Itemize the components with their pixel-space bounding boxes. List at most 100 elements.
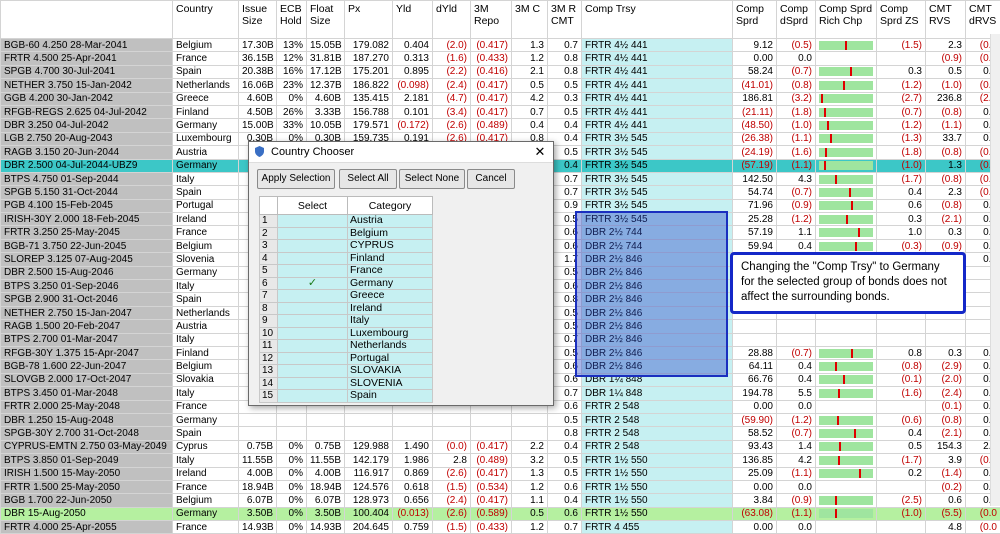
table-row[interactable]: NETHER 3.750 15-Jan-2042Netherlands16.06… bbox=[1, 79, 1000, 92]
cell-country[interactable]: Greece bbox=[173, 92, 239, 105]
cell-rvs[interactable]: (0.9) bbox=[926, 52, 966, 65]
country-row[interactable]: 12Portugal bbox=[260, 352, 433, 365]
cell-zs[interactable] bbox=[877, 480, 926, 493]
cell-name[interactable]: BTPS 3.450 01-Mar-2048 bbox=[1, 387, 173, 400]
cell-repo[interactable]: (0.417) bbox=[471, 39, 512, 52]
cell-trsy[interactable]: FRTR 4½ 441 bbox=[582, 92, 733, 105]
cell-country[interactable]: Italy bbox=[173, 387, 239, 400]
cell-country[interactable]: Cyprus bbox=[173, 440, 239, 453]
table-row[interactable]: FRTR 4.500 25-Apr-2041France36.15B12%31.… bbox=[1, 52, 1000, 65]
table-row[interactable]: SPGB-30Y 2.700 31-Oct-2048Spain0.8FRTR 2… bbox=[1, 427, 1000, 440]
cell-float[interactable]: 14.93B bbox=[307, 521, 345, 534]
cell-dsprd[interactable]: (0.9) bbox=[777, 199, 816, 212]
cell-ecb[interactable]: 0% bbox=[277, 480, 307, 493]
cell-sprd[interactable]: 54.74 bbox=[733, 186, 777, 199]
cell-repo[interactable]: (0.417) bbox=[471, 440, 512, 453]
column-header-8[interactable]: 3M Repo bbox=[471, 1, 512, 39]
cell-dsprd[interactable]: 0.0 bbox=[777, 400, 816, 413]
cell-dsprd[interactable]: (0.7) bbox=[777, 427, 816, 440]
cell-repo[interactable] bbox=[471, 427, 512, 440]
cell-sprd[interactable]: (41.01) bbox=[733, 79, 777, 92]
cell-country[interactable]: Germany bbox=[173, 413, 239, 426]
cell-dsprd[interactable]: (0.9) bbox=[777, 494, 816, 507]
cell-zs[interactable]: (1.8) bbox=[877, 146, 926, 159]
cell-repo[interactable]: (0.489) bbox=[471, 454, 512, 467]
table-row[interactable]: DBR 1.250 15-Aug-2048Germany0.5FRTR 2 54… bbox=[1, 413, 1000, 426]
cell-zs[interactable]: (0.3) bbox=[877, 239, 926, 252]
cell-zs[interactable]: 0.6 bbox=[877, 199, 926, 212]
cell-rvs[interactable]: (1.4) bbox=[926, 467, 966, 480]
cell-dsprd[interactable]: (0.7) bbox=[777, 65, 816, 78]
cell-dsprd[interactable]: (1.1) bbox=[777, 159, 816, 172]
cell-ecb[interactable] bbox=[277, 427, 307, 440]
cell-ecb[interactable]: 0% bbox=[277, 521, 307, 534]
rich-cheap-bar-cell[interactable] bbox=[816, 119, 877, 132]
cell-country[interactable]: France bbox=[173, 521, 239, 534]
cell-zs[interactable]: (1.5) bbox=[877, 39, 926, 52]
cell-zs[interactable] bbox=[877, 52, 926, 65]
rich-cheap-bar-cell[interactable] bbox=[816, 507, 877, 520]
country-name[interactable]: Luxembourg bbox=[348, 327, 433, 340]
cell-c3m[interactable]: 3.2 bbox=[512, 454, 548, 467]
cell-sprd[interactable]: 186.81 bbox=[733, 92, 777, 105]
cell-px[interactable]: 179.571 bbox=[345, 119, 393, 132]
cell-drvs[interactable]: (0.0 bbox=[966, 507, 1000, 520]
cell-name[interactable]: DBR 3.250 04-Jul-2042 bbox=[1, 119, 173, 132]
cell-yld[interactable]: 2.181 bbox=[393, 92, 433, 105]
select-checkbox[interactable] bbox=[278, 302, 348, 315]
cell-rvs[interactable]: (0.2) bbox=[926, 480, 966, 493]
cell-dyld[interactable]: (1.5) bbox=[433, 521, 471, 534]
select-checkbox[interactable] bbox=[278, 390, 348, 403]
cell-name[interactable]: FRTR 3.250 25-May-2045 bbox=[1, 226, 173, 239]
cell-sprd[interactable]: 136.85 bbox=[733, 454, 777, 467]
cell-country[interactable]: Austria bbox=[173, 146, 239, 159]
table-row[interactable]: FRTR 4.000 25-Apr-2055France14.93B0%14.9… bbox=[1, 521, 1000, 534]
cell-sprd[interactable]: 194.78 bbox=[733, 387, 777, 400]
cell-issue[interactable]: 4.00B bbox=[239, 467, 277, 480]
cell-issue[interactable]: 15.00B bbox=[239, 119, 277, 132]
column-header-16[interactable]: CMT RVS bbox=[926, 1, 966, 39]
cell-country[interactable]: Belgium bbox=[173, 360, 239, 373]
country-name[interactable]: SLOVENIA bbox=[348, 377, 433, 390]
rich-cheap-bar-cell[interactable] bbox=[816, 39, 877, 52]
cell-zs[interactable]: (1.7) bbox=[877, 454, 926, 467]
cell-repo[interactable]: (0.416) bbox=[471, 65, 512, 78]
cell-dsprd[interactable]: 0.0 bbox=[777, 521, 816, 534]
rich-cheap-bar-cell[interactable] bbox=[816, 146, 877, 159]
cell-zs[interactable]: 0.4 bbox=[877, 186, 926, 199]
cell-dyld[interactable]: (2.6) bbox=[433, 507, 471, 520]
country-row[interactable]: 13SLOVAKIA bbox=[260, 365, 433, 378]
cell-float[interactable]: 17.12B bbox=[307, 65, 345, 78]
cell-rcmt[interactable]: 0.8 bbox=[548, 52, 582, 65]
cell-country[interactable]: Belgium bbox=[173, 239, 239, 252]
cell-name[interactable]: SLOVGB 2.000 17-Oct-2047 bbox=[1, 373, 173, 386]
cell-sprd[interactable]: 9.12 bbox=[733, 39, 777, 52]
select-checkbox[interactable] bbox=[278, 252, 348, 265]
cell-zs[interactable]: (1.3) bbox=[877, 132, 926, 145]
cell-trsy[interactable]: FRTR 4½ 441 bbox=[582, 39, 733, 52]
cell-dyld[interactable]: (2.4) bbox=[433, 494, 471, 507]
country-name[interactable]: SLOVAKIA bbox=[348, 365, 433, 378]
cell-trsy[interactable]: FRTR 2 548 bbox=[582, 440, 733, 453]
cell-name[interactable]: BGB-71 3.750 22-Jun-2045 bbox=[1, 239, 173, 252]
cell-trsy[interactable]: FRTR 2 548 bbox=[582, 400, 733, 413]
cell-float[interactable]: 3.50B bbox=[307, 507, 345, 520]
cell-issue[interactable]: 3.50B bbox=[239, 507, 277, 520]
table-row[interactable]: BGB-60 4.250 28-Mar-2041Belgium17.30B13%… bbox=[1, 39, 1000, 52]
cell-dyld[interactable]: (0.0) bbox=[433, 440, 471, 453]
table-row[interactable]: IRISH 1.500 15-May-2050Ireland4.00B0%4.0… bbox=[1, 467, 1000, 480]
cell-dsprd[interactable] bbox=[777, 320, 816, 333]
cell-country[interactable]: Netherlands bbox=[173, 79, 239, 92]
cell-name[interactable]: DBR 1.250 15-Aug-2048 bbox=[1, 413, 173, 426]
cell-rvs[interactable]: 236.8 bbox=[926, 92, 966, 105]
country-row[interactable]: 4Finland bbox=[260, 252, 433, 265]
cell-rvs[interactable]: 3.9 bbox=[926, 454, 966, 467]
cell-dsprd[interactable]: 0.4 bbox=[777, 373, 816, 386]
cell-c3m[interactable]: 0.5 bbox=[512, 79, 548, 92]
cell-name[interactable]: SLOREP 3.125 07-Aug-2045 bbox=[1, 253, 173, 266]
cell-rcmt[interactable]: 0.5 bbox=[548, 105, 582, 118]
cell-sprd[interactable]: 25.28 bbox=[733, 213, 777, 226]
cell-zs[interactable]: 0.3 bbox=[877, 213, 926, 226]
cell-country[interactable]: France bbox=[173, 226, 239, 239]
country-name[interactable]: Finland bbox=[348, 252, 433, 265]
